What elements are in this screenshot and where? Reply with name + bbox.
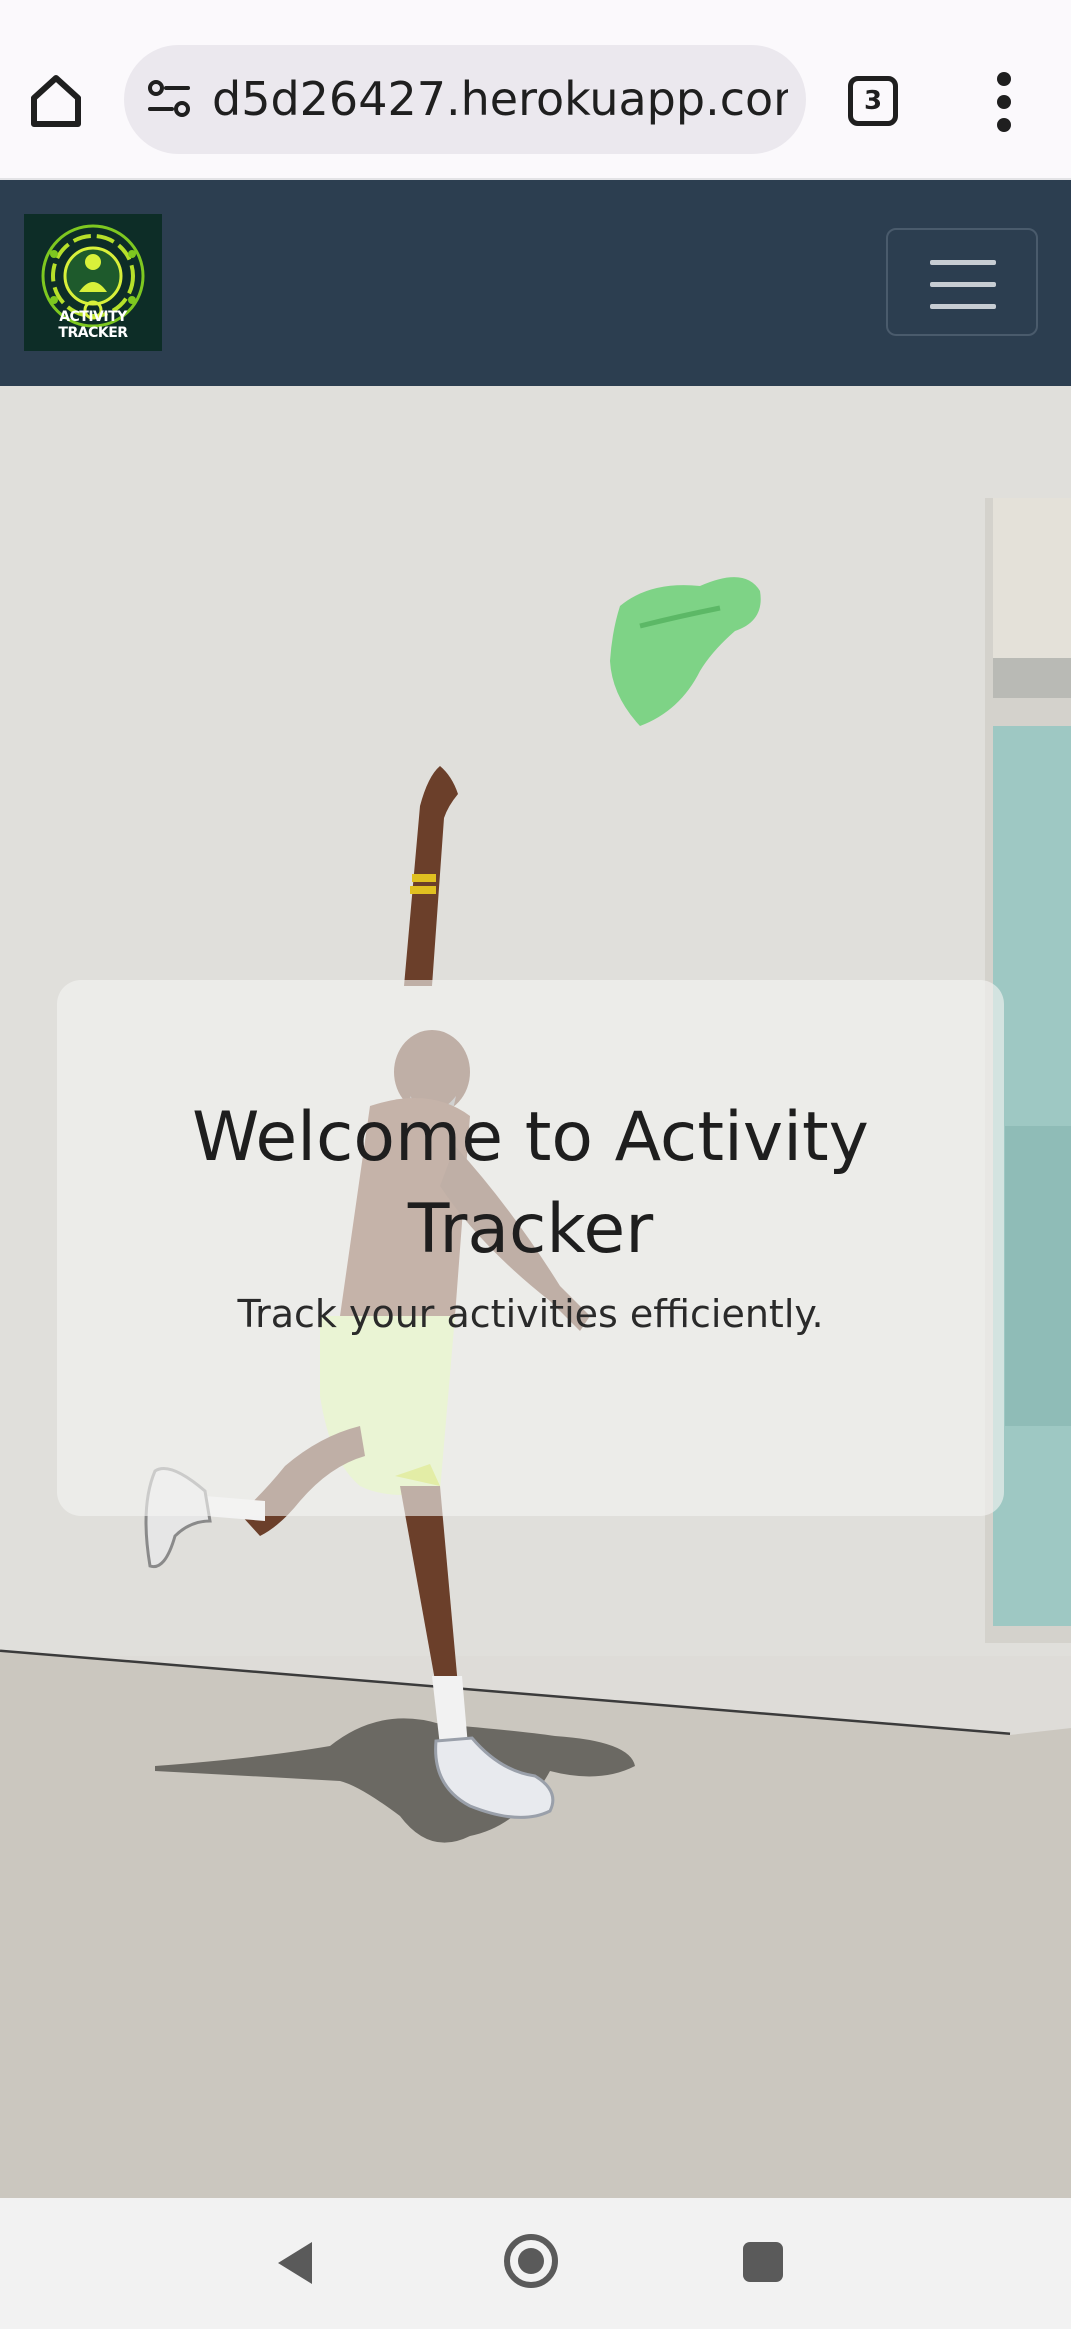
hero-subtitle: Track your activities efficiently.	[237, 1292, 824, 1336]
system-navigation-bar	[0, 2198, 1071, 2329]
browser-home-button[interactable]	[26, 70, 86, 130]
activity-tracker-logo[interactable]: ACTIVITY TRACKER	[24, 214, 162, 351]
tune-icon[interactable]	[144, 73, 196, 125]
logo-text: ACTIVITY TRACKER	[58, 309, 128, 341]
tab-switcher-button[interactable]: 3	[848, 76, 898, 126]
site-navbar: ACTIVITY TRACKER	[0, 180, 1071, 386]
hero-title: Welcome to Activity Tracker	[192, 1098, 869, 1269]
browser-toolbar: d5d26427.herokuapp.com 3	[0, 0, 1071, 180]
recents-icon[interactable]	[743, 2242, 783, 2282]
more-vert-icon[interactable]	[990, 72, 1020, 132]
back-icon[interactable]	[272, 2238, 316, 2288]
hero-section: Welcome to Activity Tracker Track your a…	[0, 386, 1071, 2198]
address-bar[interactable]: d5d26427.herokuapp.com	[124, 45, 806, 154]
welcome-card: Welcome to Activity Tracker Track your a…	[57, 980, 1004, 1516]
navbar-toggler-button[interactable]	[886, 228, 1038, 336]
hamburger-icon	[930, 260, 996, 265]
url-text[interactable]: d5d26427.herokuapp.com	[212, 69, 788, 129]
home-icon	[31, 75, 81, 127]
home-icon[interactable]	[502, 2232, 560, 2290]
